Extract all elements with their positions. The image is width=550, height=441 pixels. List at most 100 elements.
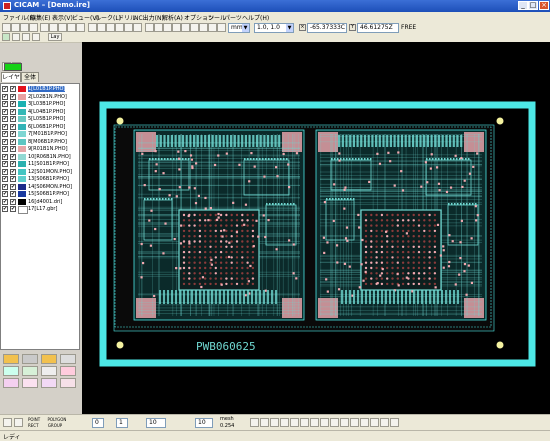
layer-visible-checkbox[interactable]: ✔ [2,146,8,152]
redo-icon[interactable] [49,23,58,32]
layer-row[interactable]: ✔ ✔ 3[L03B1P.PHO] [2,101,79,108]
pointer-icon[interactable] [190,23,199,32]
layer-row[interactable]: ✔ ✔ 5[L05B1P.PHO] [2,116,79,123]
layer-visible-checkbox[interactable]: ✔ [2,168,8,175]
unit-select[interactable]: mm ▼ [228,23,250,33]
layer-row[interactable]: ✔ ✔ 2[L02B1N.PHO] [2,93,79,101]
cursor-icon[interactable] [3,418,12,427]
folder-icon[interactable] [3,354,19,364]
layer-row[interactable]: ✔ ✔ 16[d4001.dri] [2,198,79,206]
layer-visible-checkbox[interactable]: ✔ [2,131,8,137]
color-icon[interactable] [370,418,379,427]
layer-active-checkbox[interactable]: ✔ [10,176,16,182]
open-icon[interactable] [41,354,57,364]
layer-color-swatch[interactable] [18,131,26,137]
y-coordinate-field[interactable]: 46.61275Z [357,23,399,33]
layer-row[interactable]: ✔ ✔ 14[S06MON.PHO] [2,183,79,191]
layer-visible-checkbox[interactable]: ✔ [2,138,8,145]
select-tool-icon[interactable] [2,33,10,41]
minimize-button[interactable]: _ [518,1,528,10]
layer-visible-checkbox[interactable]: ✔ [2,161,8,167]
open-icon[interactable] [12,33,20,41]
arrow-icon[interactable] [270,418,279,427]
layer-row[interactable]: ✔ ✔ 15[S06B1P.PHO] [2,191,79,198]
layer-visible-checkbox[interactable]: ✔ [2,116,8,122]
layer-color-swatch[interactable] [18,198,26,205]
dim-icon[interactable] [41,366,57,376]
option-point[interactable]: POINT [28,417,40,422]
copy-icon[interactable] [60,354,76,364]
layer-active-checkbox[interactable]: ✔ [10,123,16,130]
edit-icon[interactable] [3,366,19,376]
layer-color-swatch[interactable] [18,183,26,190]
find-icon[interactable] [88,23,97,32]
layer-color-swatch[interactable] [18,93,26,100]
field-4[interactable]: 10 [195,418,213,428]
tab-layers[interactable]: レイヤ [1,72,21,82]
green-icon[interactable] [260,418,269,427]
layer-visible-checkbox[interactable]: ✔ [2,123,8,130]
redraw-icon[interactable] [350,418,359,427]
layer-color-swatch[interactable] [18,191,26,197]
layer-color-swatch[interactable] [18,206,28,214]
layer-row[interactable]: ✔ ✔ 9[R01B1N.PHO] [2,146,79,153]
option-polygon[interactable]: POLYGON [47,417,66,422]
line-icon[interactable] [3,378,19,388]
layer-active-checkbox[interactable]: ✔ [10,116,16,122]
drc-icon[interactable] [380,418,389,427]
open-icon[interactable] [11,23,20,32]
layer-row[interactable]: ✔ ✔ 13[S06B1P.PHO] [2,176,79,183]
shape-icon[interactable] [22,366,38,376]
layer-active-checkbox[interactable]: ✔ [10,93,16,100]
layer-visible-checkbox[interactable]: ✔ [2,198,8,205]
layer-color-swatch[interactable] [18,161,26,167]
layer-active-checkbox[interactable]: ✔ [10,198,16,205]
layer-color-swatch[interactable] [18,123,26,130]
move-icon[interactable] [14,418,23,427]
zoom-out-icon[interactable] [320,418,329,427]
field-1[interactable]: 0 [92,418,104,428]
snap-icon[interactable] [163,23,172,32]
layer-active-checkbox[interactable]: ✔ [10,86,16,92]
active-color-swatch[interactable] [4,63,22,71]
light-icon[interactable] [250,418,259,427]
zoom-in-icon[interactable] [310,418,319,427]
layer-active-checkbox[interactable]: ✔ [10,146,16,152]
field-3[interactable]: 10 [146,418,166,428]
layer-active-checkbox[interactable]: ✔ [10,101,16,107]
mirror-icon[interactable] [217,23,226,32]
pcb-canvas[interactable]: PWB060625 [82,42,550,414]
layer-row[interactable]: ✔ ✔ 8[M06B1P.PHO] [2,138,79,146]
layer-visible-checkbox[interactable]: ✔ [2,93,8,100]
help-icon[interactable] [390,418,399,427]
close-button[interactable]: × [539,1,549,10]
layer-color-swatch[interactable] [18,168,26,175]
menu-analysis[interactable]: 解析(A) [162,13,183,22]
layer-visible-checkbox[interactable]: ✔ [2,176,8,182]
layer-row[interactable]: ✔ ✔ 11[S01B1P.PHO] [2,161,79,168]
menu-nc-output[interactable]: NC出力(N) [134,13,164,22]
pad-icon[interactable] [60,378,76,388]
layer-active-checkbox[interactable]: ✔ [10,191,16,197]
pan-icon[interactable] [115,23,124,32]
zoom-fit-icon[interactable] [330,418,339,427]
layer-visible-checkbox[interactable]: ✔ [2,153,8,160]
move-icon[interactable] [290,418,299,427]
grid-select[interactable]: 1.0, 1.0 ▼ [254,23,294,33]
layer-active-checkbox[interactable]: ✔ [10,183,16,190]
layer-active-checkbox[interactable]: ✔ [10,108,16,115]
circle-icon[interactable] [22,378,38,388]
layer-color-swatch[interactable] [18,146,26,152]
layer-visible-checkbox[interactable]: ✔ [2,206,8,212]
pan-icon[interactable] [280,418,289,427]
layer-row[interactable]: ✔ ✔ 6[L06B1P.PHO] [2,123,79,131]
rotate-icon[interactable] [208,23,217,32]
menu-help[interactable]: ヘルプ(H) [242,13,269,22]
layer-active-checkbox[interactable]: ✔ [10,138,16,145]
layer-active-checkbox[interactable]: ✔ [10,131,16,137]
layer-visible-checkbox[interactable]: ✔ [2,101,8,107]
layer-active-checkbox[interactable]: ✔ [10,168,16,175]
layer-color-swatch[interactable] [18,108,26,115]
x-coordinate-field[interactable]: -65.37333C [307,23,347,33]
refresh-icon[interactable] [124,23,133,32]
